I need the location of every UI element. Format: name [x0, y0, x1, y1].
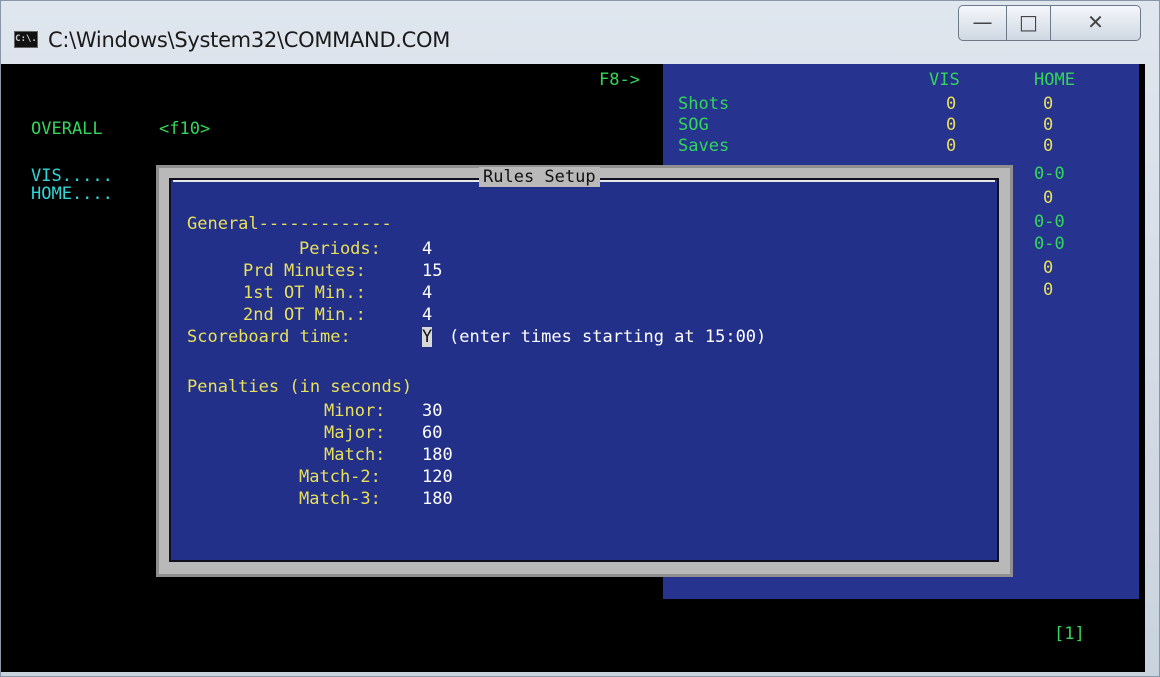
page-indicator: [1]	[1054, 624, 1085, 644]
overall-label: OVERALL	[31, 119, 103, 139]
stat-vis-value: 0	[946, 136, 957, 156]
stat-home-extra: 0	[1043, 280, 1054, 300]
minimize-button[interactable]: —	[958, 5, 1007, 41]
close-icon: ✕	[1087, 10, 1104, 34]
dialog-title: Rules Setup	[479, 167, 600, 187]
penalty-value-major[interactable]: 60	[422, 423, 442, 443]
field-label-periods: Periods:	[299, 239, 381, 259]
penalties-section-header: Penalties (in seconds)	[187, 377, 413, 397]
penalty-label-match-3: Match-3:	[299, 489, 381, 509]
stat-home-extra: 0-0	[1034, 164, 1065, 184]
scoreboard-hint: (enter times starting at 15:00)	[449, 327, 767, 347]
penalty-label-match: Match:	[324, 445, 386, 465]
field-value-periods[interactable]: 4	[422, 239, 432, 259]
general-section-header: General-------------	[187, 214, 392, 234]
field-value-2nd-ot[interactable]: 4	[422, 305, 432, 325]
home-header: HOME	[1034, 70, 1075, 90]
minimize-icon: —	[972, 10, 993, 34]
stat-vis-value: 0	[946, 115, 957, 135]
stat-home-value: 0	[1043, 136, 1054, 156]
stat-label: SOG	[678, 115, 709, 135]
stat-home-value: 0	[1043, 115, 1054, 135]
stat-vis-value: 0	[946, 94, 957, 114]
home-label: HOME....	[31, 184, 113, 204]
field-value-scoreboard-time[interactable]: Y	[422, 327, 433, 347]
dialog-body	[169, 178, 999, 562]
stat-home-extra: 0-0	[1034, 212, 1065, 232]
maximize-icon: □	[1019, 10, 1038, 34]
console-area[interactable]: F8-> OVERALL <f10> VIS..... HOME.... VIS…	[1, 64, 1145, 672]
stat-home-extra: 0	[1043, 188, 1054, 208]
stat-home-extra: 0-0	[1034, 234, 1065, 254]
vis-label: VIS.....	[31, 166, 113, 186]
penalty-label-match-2: Match-2:	[299, 467, 381, 487]
stat-label: Shots	[678, 94, 730, 114]
title-bar[interactable]: C:\. C:\Windows\System32\COMMAND.COM — □…	[1, 1, 1159, 63]
console-window: C:\. C:\Windows\System32\COMMAND.COM — □…	[0, 0, 1160, 677]
window-title: C:\Windows\System32\COMMAND.COM	[48, 28, 451, 52]
maximize-button[interactable]: □	[1007, 5, 1051, 41]
field-label-2nd-ot: 2nd OT Min.:	[243, 305, 366, 325]
penalty-value-match[interactable]: 180	[422, 445, 453, 465]
penalty-label-minor: Minor:	[324, 401, 386, 421]
penalty-value-match-2[interactable]: 120	[422, 467, 453, 487]
stat-home-value: 0	[1043, 94, 1054, 114]
stat-home-extra: 0	[1043, 258, 1054, 278]
vis-header: VIS	[929, 70, 960, 90]
command-prompt-icon[interactable]: C:\.	[14, 31, 38, 48]
penalty-value-minor[interactable]: 30	[422, 401, 442, 421]
close-button[interactable]: ✕	[1051, 5, 1141, 41]
stat-label: Saves	[678, 136, 730, 156]
field-value-prd-minutes[interactable]: 15	[422, 261, 442, 281]
penalty-label-major: Major:	[324, 423, 386, 443]
field-label-prd-minutes: Prd Minutes:	[243, 261, 366, 281]
field-label-scoreboard-time: Scoreboard time:	[187, 327, 351, 347]
f8-hint: F8->	[599, 70, 640, 90]
field-label-1st-ot: 1st OT Min.:	[243, 283, 366, 303]
f10-hint: <f10>	[159, 119, 211, 139]
penalty-value-match-3[interactable]: 180	[422, 489, 453, 509]
field-value-1st-ot[interactable]: 4	[422, 283, 432, 303]
